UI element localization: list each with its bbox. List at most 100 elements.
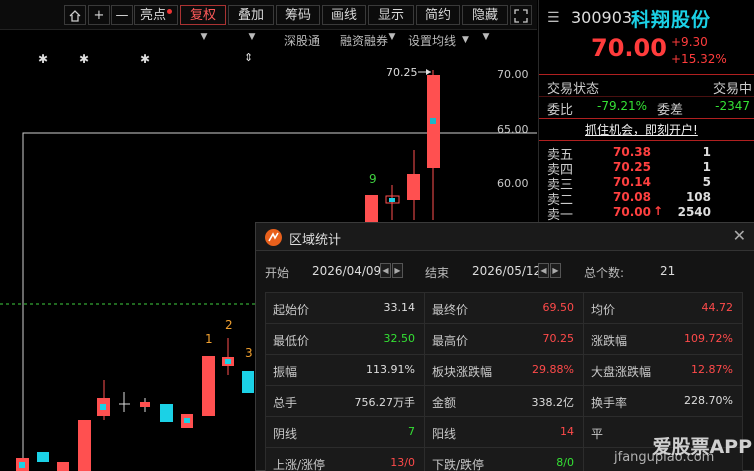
fullscreen-icon[interactable] [510,5,532,25]
candle-body [57,462,69,471]
stat-value: 113.91% [366,363,415,376]
start-label: 开始 [265,266,290,280]
highlight-label: 亮点 [140,8,167,23]
close-icon[interactable]: ✕ [733,226,746,245]
candle-body [160,404,173,422]
stat-cell: 阳线 14 [425,417,584,448]
stat-value: 228.70% [684,394,733,407]
event-marker: ⇕ [244,51,254,64]
stat-label: 大盘涨跌幅 [591,365,652,379]
start-date[interactable]: 2026/04/09 [312,264,381,278]
count-label: 总个数: [584,266,625,280]
td-count-label: 2 [225,318,233,332]
td-count-label: 9 [369,172,377,186]
drawline-button[interactable]: 画线 [322,5,366,25]
home-icon[interactable] [64,5,86,25]
stat-value: 32.50 [383,332,416,345]
hide-dropdown[interactable]: 隐藏 ▼ [462,5,508,42]
stat-value: 33.14 [383,301,416,314]
ma-settings-link[interactable]: 设置均线 [408,32,456,49]
weicha-value: -2347 [715,99,750,113]
orderbook-price: 70.25 [613,160,651,174]
stat-label: 平 [591,427,604,441]
stat-label: 起始价 [273,303,310,317]
orderbook-volume: 1 [702,145,711,159]
td-count-label: 3 [245,346,253,360]
dialog-header[interactable]: 区域统计 ✕ [256,223,754,251]
display-dropdown[interactable]: 显示 ▼ [368,5,414,42]
simple-button[interactable]: 简约 [416,5,460,25]
chevron-down-icon: ▼ [388,32,396,42]
stat-cell: 阴线 7 [266,417,425,448]
candle-body [365,195,378,222]
end-date[interactable]: 2026/05/12 [472,264,541,278]
stat-cell: 最低价 32.50 [266,324,425,355]
candle-body [407,174,420,200]
orderbook-volume: 108 [685,190,711,204]
menu-icon[interactable]: ☰ [547,10,560,26]
candle-body [202,356,215,416]
stock-code: 300903 [571,8,633,27]
stat-label: 最高价 [432,334,469,348]
overlay-dropdown[interactable]: 叠加 ▼ [228,5,274,42]
dialog-title: 区域统计 [289,233,342,248]
stat-cell: 上涨/涨停 13/0 [266,448,425,471]
stat-label: 上涨/涨停 [273,458,326,471]
price-axis-label: 65.00 [497,123,529,136]
stat-label: 金额 [432,396,457,410]
count-value: 21 [660,264,676,278]
stat-label: 下跌/跌停 [432,458,485,471]
notification-dot-icon [167,9,173,14]
orderbook-volume: 5 [702,175,711,189]
chips-button[interactable]: 筹码 [276,5,320,25]
stat-cell: 换手率 228.70% [584,386,743,417]
zoom-in-button[interactable]: + [88,5,110,25]
end-label: 结束 [425,266,450,280]
next-end-icon[interactable]: ▶ [550,263,561,278]
stat-label: 振幅 [273,365,298,379]
stat-label: 均价 [591,303,616,317]
stat-value: 69.50 [542,301,575,314]
price-change: +9.30 [671,35,708,49]
candle-marker [184,418,190,423]
shenguto-link[interactable]: 深股通 [284,32,320,49]
candle-marker [100,404,106,410]
orderbook-price: 70.14 [613,175,651,189]
divider [539,96,754,97]
stat-value: 7 [408,425,415,438]
candle-body [37,452,49,462]
margin-link[interactable]: 融资融券 [340,32,388,49]
prev-start-icon[interactable]: ◀ [380,263,391,278]
candle-body [78,420,91,471]
orderbook-volume: 2540 [677,205,711,219]
app-logo-icon [265,229,282,246]
divider [539,140,754,141]
chevron-down-icon: ▼ [200,32,208,42]
prev-end-icon[interactable]: ◀ [538,263,549,278]
candle-marker [19,462,25,468]
stat-cell: 大盘涨跌幅 12.87% [584,355,743,386]
candle-marker [389,198,395,202]
stat-value: 109.72% [684,332,733,345]
orderbook-price: 70.38 [613,145,651,159]
next-start-icon[interactable]: ▶ [392,263,403,278]
stock-price: 70.00 [591,34,667,62]
zoom-out-button[interactable]: — [111,5,133,25]
stat-cell: 起始价 33.14 [266,293,425,324]
stat-label: 最终价 [432,303,469,317]
stat-value: 44.72 [701,301,734,314]
star-marker: ✱ [140,52,151,66]
divider [539,118,754,119]
price-axis-label: 60.00 [497,177,529,190]
arrow-right-icon [426,69,431,75]
stat-label: 阳线 [432,427,457,441]
stat-value: 8/0 [556,456,574,469]
orderbook-level: 卖一 [547,208,574,223]
overlay-label: 叠加 [237,8,264,23]
adjust-label: 复权 [189,8,216,23]
open-account-link[interactable]: 抓住机会，即刻开户! [585,121,698,138]
adjust-dropdown[interactable]: 复权 ▼ [180,5,226,42]
stat-cell: 涨跌幅 109.72% [584,324,743,355]
highlight-button[interactable]: 亮点 [134,5,178,25]
display-label: 显示 [377,8,404,23]
